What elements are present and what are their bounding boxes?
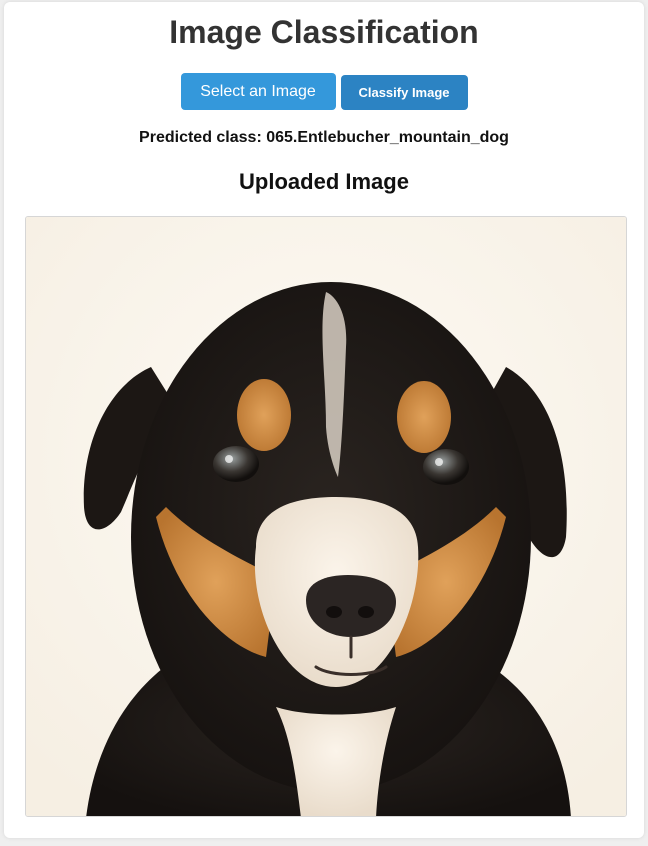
classify-image-button[interactable]: Classify Image (340, 75, 468, 110)
uploaded-image (25, 216, 627, 817)
puppy-photo (26, 217, 626, 816)
select-image-button[interactable]: Select an Image (180, 73, 336, 110)
prediction-result: Predicted class: 065.Entlebucher_mountai… (139, 129, 509, 146)
page-title: Image Classification (169, 14, 479, 50)
button-row: Select an Image Classify Image (0, 73, 648, 110)
uploaded-image-heading: Uploaded Image (239, 169, 409, 194)
